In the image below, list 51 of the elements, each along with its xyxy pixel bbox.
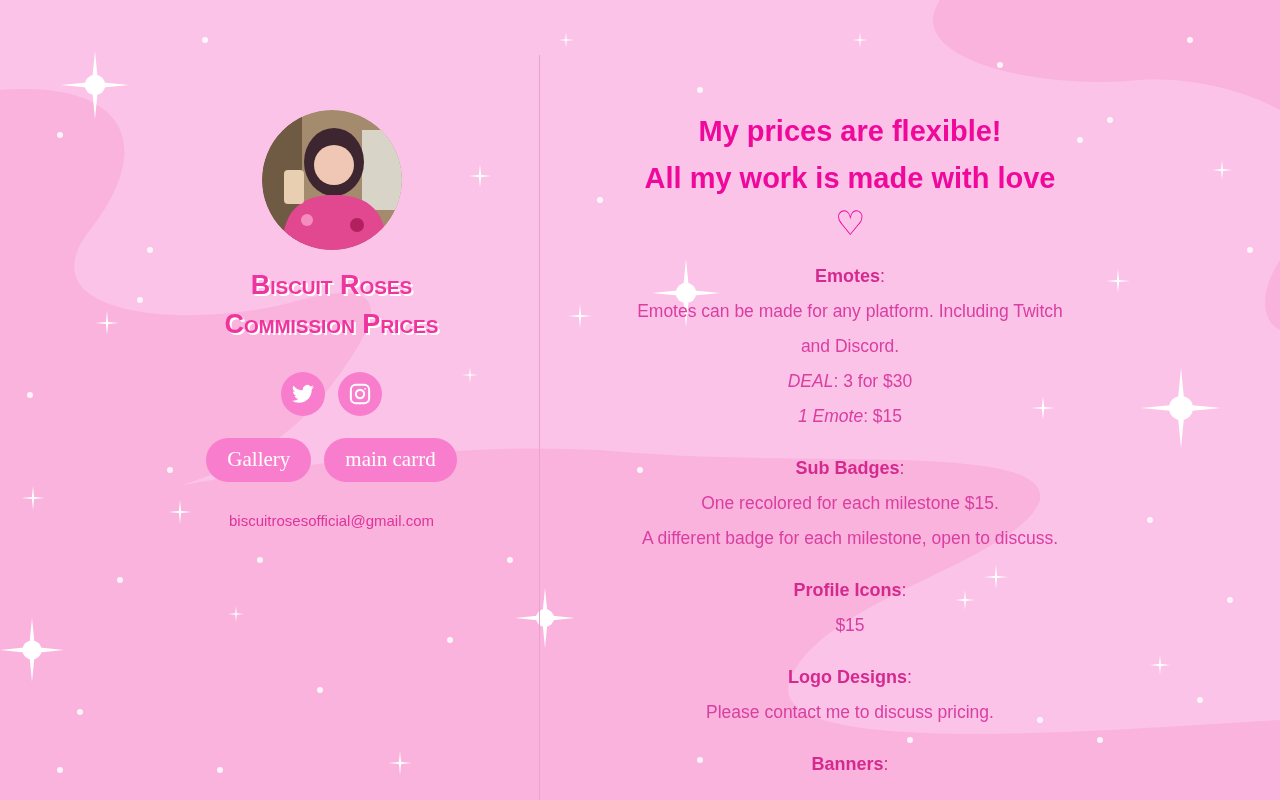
sparkle-dot [1227, 597, 1233, 603]
link-button[interactable]: Gallery [206, 438, 312, 482]
headline: All my work is made with love [644, 161, 1056, 196]
section-heading: Emotes: [814, 265, 885, 288]
sparkle-dot [57, 132, 63, 138]
sparkle-dot [697, 87, 703, 93]
price-text: Emotes can be made for any platform. Including Twitch and Discord. [636, 300, 1064, 358]
section-heading: Logo Designs: [788, 666, 912, 689]
link-button[interactable]: main carrd [324, 438, 457, 482]
sparkle-dot [27, 392, 33, 398]
camera-icon [349, 383, 371, 405]
sparkle-dot [1077, 137, 1083, 143]
price-text: $15 [835, 614, 865, 637]
sparkle-dot [447, 637, 453, 643]
sparkle-dot [907, 737, 913, 743]
page-title: Commission Prices [224, 308, 439, 341]
section-heading: Banners: [811, 753, 889, 776]
sparkle-dot [117, 577, 123, 583]
sparkle-dot [217, 767, 223, 773]
sparkle-dot [1097, 737, 1103, 743]
sparkle-dot [77, 709, 83, 715]
sparkle-dot [1187, 37, 1193, 43]
email-link[interactable]: biscuitrosesofficial@gmail.com [229, 510, 434, 533]
sparkle-dot [997, 62, 1003, 68]
bird-icon [292, 384, 314, 404]
sparkle-dot [1107, 117, 1113, 123]
sparkle-dot [637, 467, 643, 473]
price-text: 1 Emote: $15 [797, 405, 903, 428]
sparkle-dot [1147, 517, 1153, 523]
sparkle-dot [507, 557, 513, 563]
sparkle-dot [1247, 247, 1253, 253]
section-heading: Profile Icons: [793, 579, 907, 602]
sparkle-dot [597, 197, 603, 203]
section-heading: Sub Badges: [795, 457, 905, 480]
headline: My prices are flexible! [698, 114, 1002, 149]
sparkle-dot [147, 247, 153, 253]
sparkle-dot [202, 37, 208, 43]
sparkle-dot [137, 297, 143, 303]
sparkle-dot [317, 687, 323, 693]
price-text: DEAL: 3 for $30 [787, 370, 913, 393]
heart-icon: ♡ [835, 202, 865, 244]
sparkle-dot [257, 557, 263, 563]
sparkle-dot [167, 467, 173, 473]
sparkle-dot [1197, 697, 1203, 703]
sparkle-dot [1037, 717, 1043, 723]
sparkle-dot [57, 767, 63, 773]
price-text: One recolored for each milestone $15. [701, 492, 999, 515]
sparkle-dot [697, 757, 703, 763]
price-text: A different badge for each milestone, open to discuss. [641, 527, 1059, 550]
page-title: Biscuit Roses [250, 269, 413, 302]
price-text: Please contact me to discuss pricing. [706, 701, 994, 724]
